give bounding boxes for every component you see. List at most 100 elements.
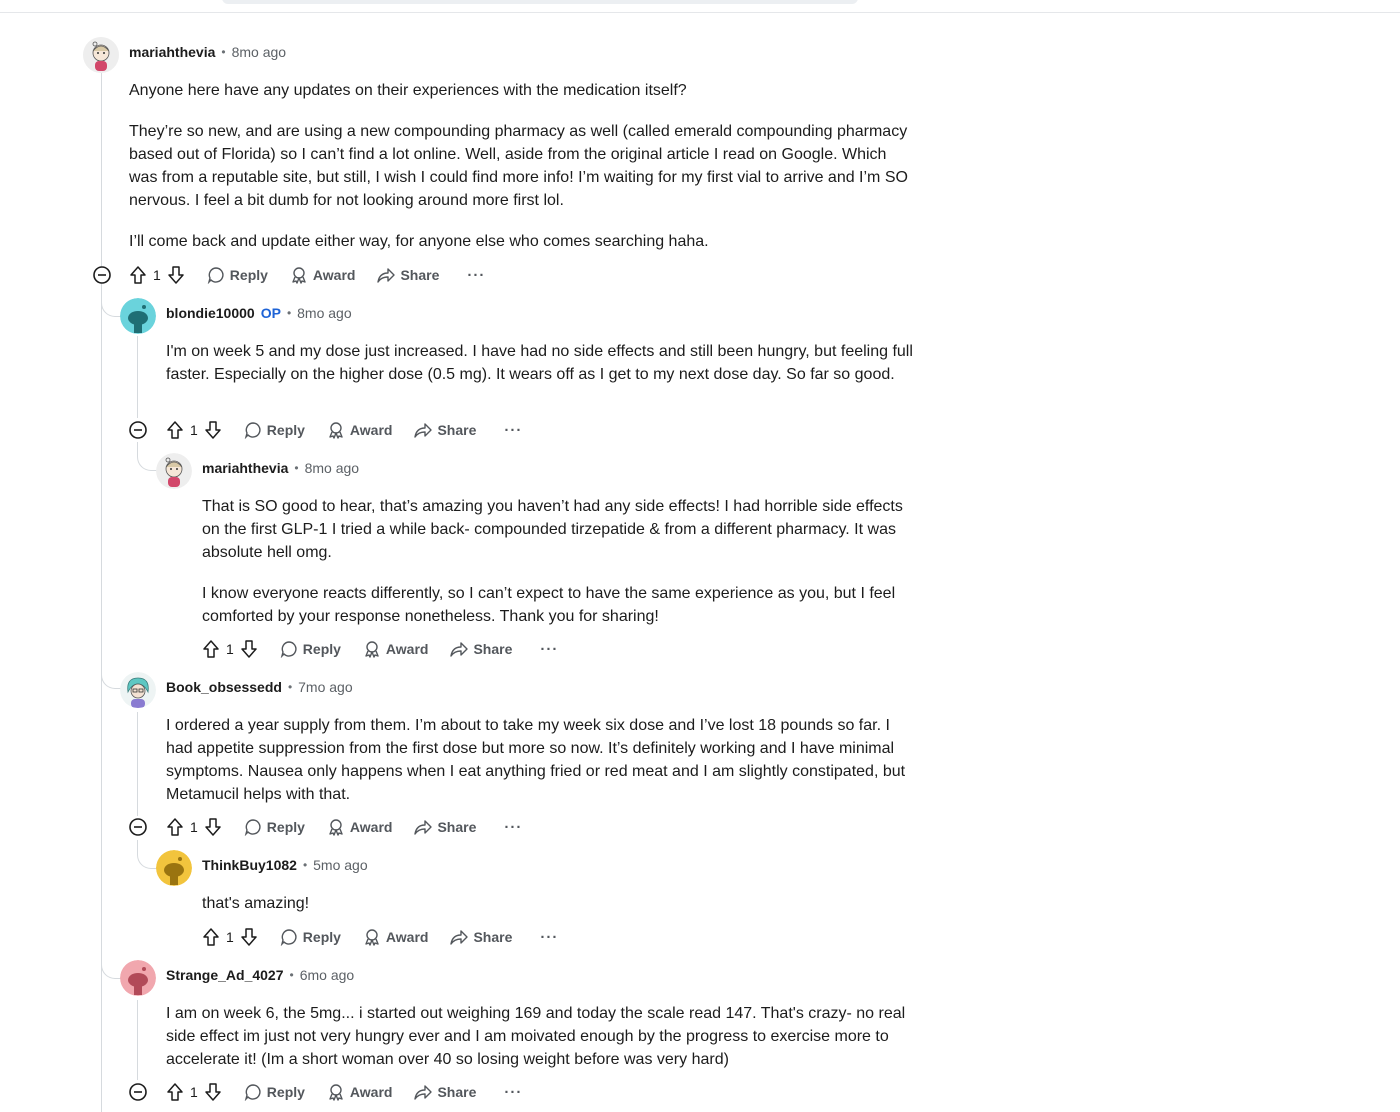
reply-button[interactable]: Reply	[280, 640, 341, 658]
downvote-button[interactable]	[204, 817, 222, 837]
comment-actions: 1 Reply Award Share ···	[202, 925, 558, 949]
collapse-thread-button[interactable]	[128, 817, 148, 837]
upvote-button[interactable]	[166, 420, 184, 440]
timestamp[interactable]: 5mo ago	[313, 857, 367, 873]
downvote-button[interactable]	[204, 420, 222, 440]
timestamp[interactable]: 7mo ago	[298, 679, 352, 695]
share-button[interactable]: Share	[450, 640, 512, 658]
share-label: Share	[473, 641, 513, 657]
snoo-avatar-icon	[156, 850, 192, 886]
thread-elbow	[137, 840, 158, 869]
share-arrow-icon	[450, 930, 469, 945]
avatar[interactable]	[120, 298, 156, 334]
reply-bubble-icon	[280, 641, 297, 658]
award-button[interactable]: Award	[327, 421, 393, 439]
avatar[interactable]	[156, 453, 192, 489]
username[interactable]: mariahthevia	[202, 460, 288, 476]
vote-count: 1	[153, 267, 161, 283]
upvote-button[interactable]	[166, 1082, 184, 1102]
upvote-button[interactable]	[202, 927, 220, 947]
downvote-button[interactable]	[240, 639, 258, 659]
award-icon	[329, 1084, 343, 1101]
downvote-icon	[241, 640, 257, 658]
collapse-thread-button[interactable]	[92, 265, 112, 285]
share-button[interactable]: Share	[450, 928, 512, 946]
reply-button[interactable]: Reply	[207, 266, 268, 284]
timestamp[interactable]: 8mo ago	[232, 44, 286, 60]
award-button[interactable]: Award	[363, 640, 428, 658]
more-options-button[interactable]: ···	[504, 1084, 522, 1101]
username[interactable]: ThinkBuy1082	[202, 857, 297, 873]
avatar[interactable]	[120, 672, 156, 708]
vote-group: 1	[166, 1082, 222, 1102]
reply-button[interactable]: Reply	[244, 1083, 305, 1101]
award-button[interactable]: Award	[327, 818, 392, 836]
reply-label: Reply	[302, 929, 341, 945]
share-button[interactable]: Share	[414, 1083, 476, 1101]
downvote-button[interactable]	[204, 1082, 222, 1102]
award-button[interactable]: Award	[363, 928, 428, 946]
separator-dot: •	[302, 858, 308, 872]
share-button[interactable]: Share	[377, 266, 439, 284]
comment-paragraph: that's amazing!	[202, 895, 310, 912]
timestamp[interactable]: 8mo ago	[297, 305, 351, 321]
reply-button[interactable]: Reply	[280, 928, 341, 946]
downvote-icon	[168, 266, 184, 284]
comment-meta: mariahthevia • 8mo ago	[129, 42, 286, 62]
username[interactable]: Strange_Ad_4027	[166, 967, 284, 983]
comment-body: That is SO good to hear, that’s amazing …	[202, 495, 907, 628]
award-label: Award	[349, 1084, 393, 1100]
avatar-image	[156, 453, 192, 489]
comment-paragraph: I know everyone reacts differently, so I…	[202, 585, 896, 625]
award-button[interactable]: Award	[290, 266, 355, 284]
thread-elbow	[101, 650, 122, 689]
share-button[interactable]: Share	[414, 818, 476, 836]
collapse-thread-button[interactable]	[128, 420, 148, 440]
upvote-icon	[130, 266, 146, 284]
username[interactable]: mariahthevia	[129, 44, 215, 60]
avatar[interactable]	[156, 850, 192, 886]
minus-circle-icon	[129, 421, 147, 439]
award-button[interactable]: Award	[327, 1083, 393, 1101]
timestamp[interactable]: 8mo ago	[305, 460, 359, 476]
share-arrow-icon	[414, 1085, 433, 1100]
comment-body: that's amazing!	[202, 892, 907, 915]
share-arrow-icon	[414, 423, 433, 438]
reply-bubble-icon	[244, 422, 261, 439]
downvote-button[interactable]	[167, 265, 185, 285]
share-button[interactable]: Share	[414, 421, 476, 439]
more-options-button[interactable]: ···	[504, 422, 522, 439]
downvote-button[interactable]	[240, 927, 258, 947]
more-options-button[interactable]: ···	[540, 929, 558, 946]
award-icon	[292, 267, 306, 284]
reply-button[interactable]: Reply	[244, 818, 305, 836]
more-options-button[interactable]: ···	[467, 267, 485, 284]
collapse-thread-button[interactable]	[128, 1082, 148, 1102]
avatar[interactable]	[83, 37, 119, 73]
comment-actions: 1 Reply Award Share ···	[202, 637, 558, 661]
award-icon	[329, 422, 343, 439]
more-options-button[interactable]: ···	[540, 641, 558, 658]
reply-label: Reply	[229, 267, 268, 283]
upvote-button[interactable]	[129, 265, 147, 285]
comment-body: I am on week 6, the 5mg... i started out…	[166, 1002, 918, 1071]
search-bar-edge	[222, 0, 858, 4]
timestamp[interactable]: 6mo ago	[300, 967, 354, 983]
vote-group: 1	[202, 927, 258, 947]
downvote-icon	[205, 818, 221, 836]
upvote-button[interactable]	[202, 639, 220, 659]
separator-dot: •	[289, 968, 294, 982]
separator-dot: •	[221, 45, 226, 59]
username[interactable]: blondie10000	[166, 305, 255, 321]
reply-button[interactable]: Reply	[244, 421, 305, 439]
vote-count: 1	[190, 819, 198, 835]
upvote-button[interactable]	[166, 817, 184, 837]
comment-meta: ThinkBuy1082 • 5mo ago	[202, 855, 368, 875]
avatar[interactable]	[120, 960, 156, 996]
award-label: Award	[349, 422, 393, 438]
vote-count: 1	[190, 422, 198, 438]
upvote-icon	[203, 640, 219, 658]
more-options-button[interactable]: ···	[504, 819, 522, 836]
avatar-image	[83, 37, 119, 73]
username[interactable]: Book_obsessedd	[166, 679, 282, 695]
